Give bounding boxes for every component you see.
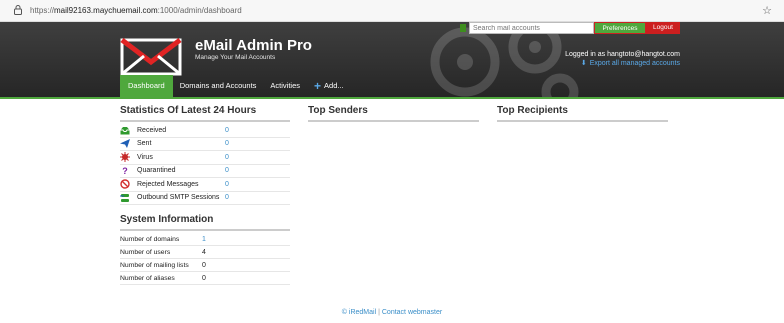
search-input[interactable] [469,22,594,34]
sys-row: Number of users 4 [120,246,290,259]
stat-row-virus: Virus 0 [120,151,290,165]
sys-row: Number of domains 1 [120,233,290,246]
footer-brand-link[interactable]: © iRedMail [342,309,376,316]
received-icon [120,125,130,135]
nav-domains-accounts[interactable]: Domains and Accounts [173,75,264,97]
quarantine-icon: ? [122,165,128,176]
download-icon: ⬇ [580,60,587,67]
smtp-icon [120,193,130,203]
stat-label: Quarantined [137,167,176,175]
footer: © iRedMail | Contact webmaster [0,309,784,316]
stats-title: Statistics Of Latest 24 Hours [120,105,257,116]
logged-in-status: Logged in as hangtoto@hangtot.com [565,51,680,58]
sys-label: Number of domains [120,235,180,243]
sys-value-aliases: 0 [202,274,206,282]
stat-row-quarantined: ? Quarantined 0 [120,165,290,178]
rejected-icon [120,179,130,189]
url-field[interactable]: https://mail92163.maychuemail.com:1000/a… [30,6,242,15]
url-host: mail92163.maychuemail.com [54,5,158,15]
envelope-logo-icon [120,38,182,76]
header-divider [0,97,784,99]
export-accounts-link[interactable]: ⬇ Export all managed accounts [580,59,680,68]
stat-value[interactable]: 0 [225,167,229,174]
stat-label: Outbound SMTP Sessions [137,194,220,202]
bookmark-star-icon[interactable]: ☆ [762,4,772,17]
contact-webmaster-link[interactable]: Contact webmaster [382,309,442,316]
system-info-rule [120,229,290,231]
top-recipients-title: Top Recipients [497,105,568,116]
system-info-title: System Information [120,214,214,225]
url-path: :1000/admin/dashboard [157,5,242,15]
stat-value[interactable]: 0 [225,127,229,134]
sys-row: Number of aliases 0 [120,272,290,285]
stats-table: Received 0 Sent 0 Virus 0 ? Quarantined … [120,124,290,205]
stat-row-received: Received 0 [120,124,290,138]
system-info-table: Number of domains 1 Number of users 4 Nu… [120,233,290,285]
top-senders-title: Top Senders [308,105,368,116]
stat-value[interactable]: 0 [225,181,229,188]
brand-title: eMail Admin Pro [195,37,312,54]
stat-value[interactable]: 0 [225,140,229,147]
app-header: eMail Admin Pro Manage Your Mail Account… [0,22,784,97]
search-flag-icon [460,24,466,32]
nav-activities[interactable]: Activities [263,75,307,97]
logout-button[interactable]: Logout [646,22,680,34]
sent-icon [120,139,130,149]
stats-rule [120,120,290,122]
sys-row: Number of mailing lists 0 [120,259,290,272]
stat-label: Rejected Messages [137,180,199,188]
top-senders-rule [308,120,479,122]
sys-label: Number of users [120,248,171,256]
stat-row-smtp: Outbound SMTP Sessions 0 [120,192,290,205]
stat-label: Received [137,126,167,134]
stat-value[interactable]: 0 [225,154,229,161]
sys-value-domains[interactable]: 1 [202,236,206,243]
plus-icon: + [314,79,322,93]
nav-add[interactable]: + Add... [307,75,351,97]
virus-icon [120,152,130,163]
nav-dashboard[interactable]: Dashboard [120,75,173,97]
lock-icon [14,5,22,15]
sys-label: Number of mailing lists [120,261,189,269]
stat-label: Sent [137,140,152,148]
stat-row-sent: Sent 0 [120,138,290,151]
stat-label: Virus [137,153,153,161]
browser-address-bar: https://mail92163.maychuemail.com:1000/a… [0,0,784,22]
top-recipients-rule [497,120,668,122]
stat-row-rejected: Rejected Messages 0 [120,178,290,192]
export-accounts-label: Export all managed accounts [589,59,680,67]
url-scheme: https:// [30,5,55,15]
main-nav: Dashboard Domains and Accounts Activitie… [120,75,351,97]
sys-label: Number of aliases [120,274,175,282]
sys-value-mailing-lists: 0 [202,261,206,269]
nav-add-label: Add... [324,81,344,90]
brand-subtitle: Manage Your Mail Accounts [195,54,276,61]
stat-value[interactable]: 0 [225,194,229,201]
preferences-button[interactable]: Preferences [594,22,646,34]
footer-separator: | [378,309,380,316]
sys-value-users: 4 [202,248,206,256]
